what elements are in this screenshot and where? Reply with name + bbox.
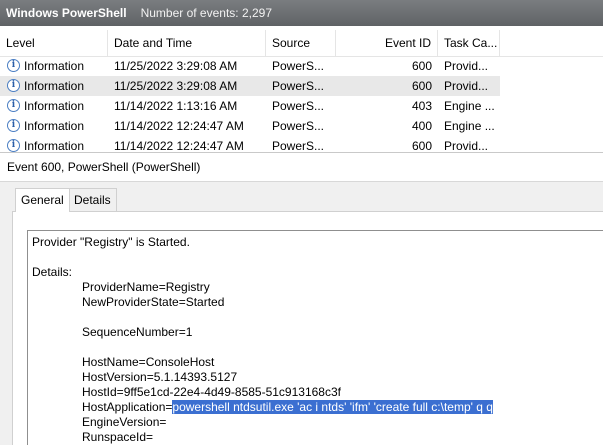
event-date-time: 11/14/2022 12:24:47 AM [114, 119, 244, 133]
event-source: PowerS... [272, 119, 325, 133]
details-label: Details: [32, 265, 73, 279]
message-line: EngineVersion= [82, 415, 167, 429]
event-task-category: Engine ... [444, 119, 495, 133]
event-row[interactable]: i Information 11/14/2022 12:24:47 AM Pow… [0, 116, 500, 136]
information-icon: i [7, 139, 20, 152]
event-source: PowerS... [272, 99, 325, 113]
message-line: HostName=ConsoleHost [82, 355, 215, 369]
event-id: 600 [411, 79, 432, 93]
message-line: HostId=9ff5e1cd-22e4-4d49-8585-51c913168… [82, 385, 341, 399]
event-level: Information [24, 139, 85, 153]
selected-text[interactable]: powershell ntdsutil.exe 'ac i ntds' 'ifm… [172, 400, 493, 414]
message-line: HostVersion=5.1.14393.5127 [82, 370, 238, 384]
message-line: ProviderName=Registry [82, 280, 210, 294]
event-details-pane: Event 600, PowerShell (PowerShell) Gener… [0, 153, 603, 445]
column-header-date-time[interactable]: Date and Time [108, 30, 266, 56]
host-application-key: HostApplication= [82, 400, 173, 414]
event-source: PowerS... [272, 139, 325, 153]
information-icon: i [7, 119, 20, 132]
event-level: Information [24, 79, 85, 93]
event-row-selected[interactable]: i Information 11/25/2022 3:29:08 AM Powe… [0, 76, 500, 96]
event-row[interactable]: i Information 11/14/2022 1:13:16 AM Powe… [0, 96, 500, 116]
message-line: SequenceNumber=1 [82, 325, 193, 339]
event-date-time: 11/25/2022 3:29:08 AM [114, 59, 238, 73]
event-date-time: 11/14/2022 1:13:16 AM [114, 99, 238, 113]
message-line: RunspaceId= [82, 430, 154, 444]
event-task-category: Provid... [444, 79, 489, 93]
information-icon: i [7, 79, 20, 92]
event-count: Number of events: 2,297 [140, 6, 272, 20]
tab-general[interactable]: General [15, 188, 70, 212]
event-row[interactable]: i Information 11/25/2022 3:29:08 AM Powe… [0, 56, 500, 76]
message-line: Provider "Registry" is Started. [32, 235, 190, 249]
event-viewer: Windows PowerShell Number of events: 2,2… [0, 0, 603, 445]
event-id: 400 [411, 119, 432, 133]
events-list[interactable]: Level Date and Time Source Event ID Task… [0, 26, 603, 153]
event-level: Information [24, 99, 85, 113]
log-title: Windows PowerShell [6, 6, 127, 20]
event-task-category: Engine ... [444, 99, 495, 113]
details-title: Event 600, PowerShell (PowerShell) [7, 160, 201, 174]
event-level: Information [24, 59, 85, 73]
column-header-task-category[interactable]: Task Ca... [438, 30, 500, 56]
message-line-host-application: HostApplication=powershell ntdsutil.exe … [82, 400, 493, 415]
event-source: PowerS... [272, 79, 325, 93]
general-tab-body: Provider "Registry" is Started. Details:… [12, 211, 603, 445]
event-task-category: Provid... [444, 59, 489, 73]
details-header: Event 600, PowerShell (PowerShell) [0, 153, 603, 182]
event-task-category: Provid... [444, 139, 489, 153]
event-level: Information [24, 119, 85, 133]
event-row[interactable]: i Information 11/14/2022 12:24:47 AM Pow… [0, 136, 500, 153]
column-header-row: Level Date and Time Source Event ID Task… [0, 30, 603, 57]
event-date-time: 11/14/2022 12:24:47 AM [114, 139, 244, 153]
event-source: PowerS... [272, 59, 325, 73]
event-message-box[interactable]: Provider "Registry" is Started. Details:… [27, 230, 603, 445]
event-id: 600 [411, 139, 432, 153]
title-bar: Windows PowerShell Number of events: 2,2… [0, 0, 603, 26]
information-icon: i [7, 59, 20, 72]
information-icon: i [7, 99, 20, 112]
event-id: 403 [411, 99, 432, 113]
event-id: 600 [411, 59, 432, 73]
column-header-level[interactable]: Level [0, 30, 108, 56]
column-header-event-id[interactable]: Event ID [336, 30, 438, 56]
event-date-time: 11/25/2022 3:29:08 AM [114, 79, 238, 93]
column-header-source[interactable]: Source [266, 30, 336, 56]
message-line: NewProviderState=Started [82, 295, 225, 309]
tab-details[interactable]: Details [68, 188, 117, 211]
